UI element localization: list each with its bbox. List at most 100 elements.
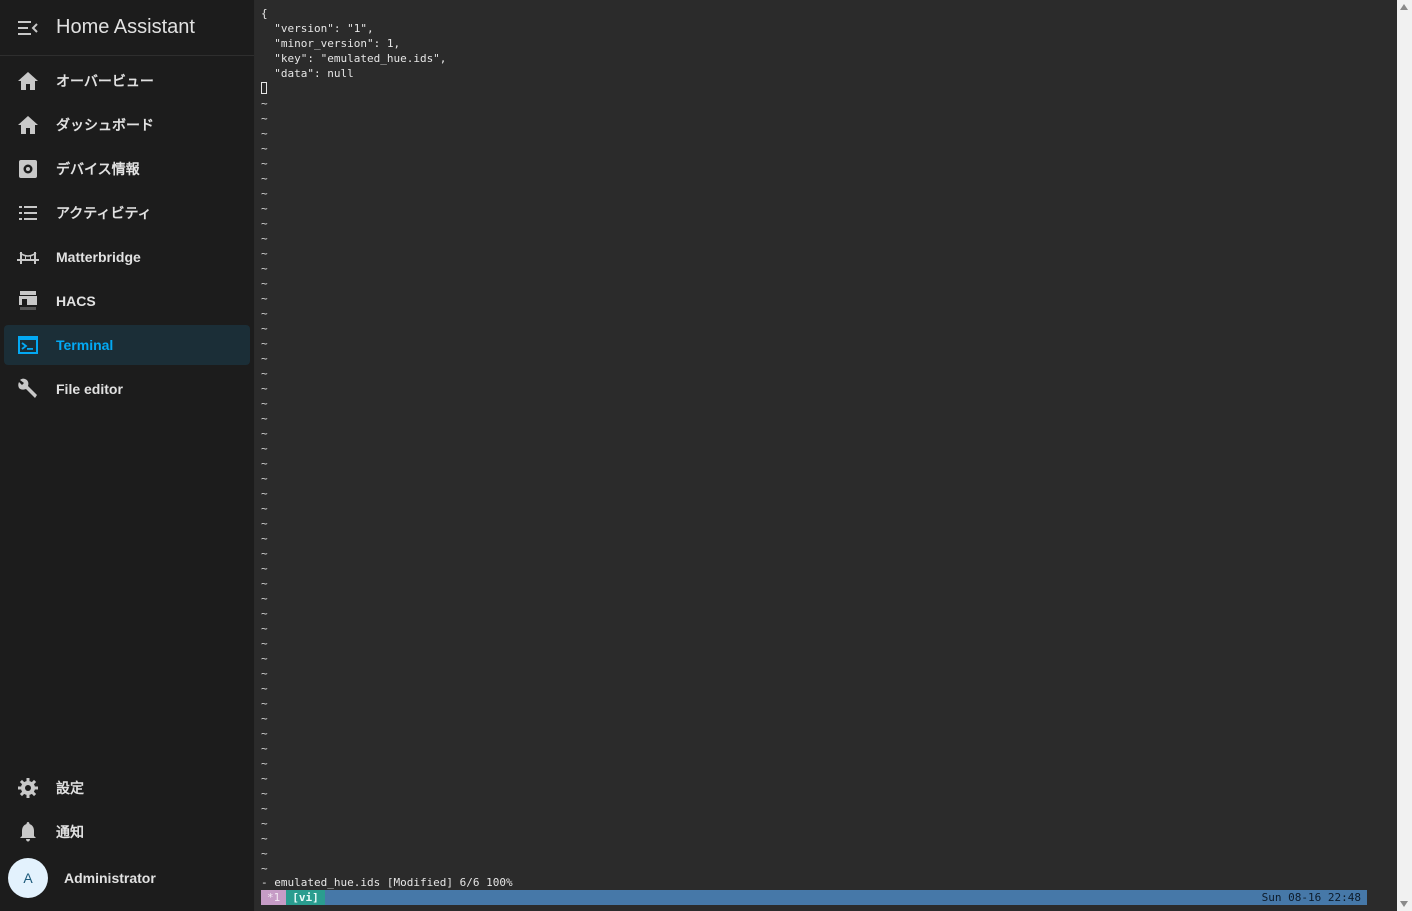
vim-empty-line: ~ — [261, 307, 268, 320]
home-icon — [4, 116, 52, 134]
vim-empty-line: ~ — [261, 592, 268, 605]
terminal-line: "version": "1", — [261, 22, 374, 35]
tmux-window-indicator: *1 — [261, 890, 287, 905]
vim-empty-line: ~ — [261, 502, 268, 515]
vim-empty-line: ~ — [261, 217, 268, 230]
wrench-icon — [4, 378, 52, 400]
menu-open-icon — [18, 20, 38, 35]
vim-empty-line: ~ — [261, 727, 268, 740]
vim-empty-line: ~ — [261, 712, 268, 725]
sidebar-item-label: オーバービュー — [56, 73, 154, 89]
cursor-line — [261, 81, 446, 96]
sidebar-item-label: HACS — [56, 293, 96, 309]
sidebar-item-label: デバイス情報 — [56, 161, 140, 177]
sidebar-header: Home Assistant — [0, 0, 254, 56]
terminal-line: "data": null — [261, 67, 354, 80]
sidebar-bottom: 設定 通知 A Administrator — [0, 768, 254, 900]
vim-status-line: - emulated_hue.ids [Modified] 6/6 100% — [261, 876, 513, 889]
vim-empty-line: ~ — [261, 412, 268, 425]
vim-empty-line: ~ — [261, 622, 268, 635]
vim-empty-line: ~ — [261, 637, 268, 650]
vim-empty-line: ~ — [261, 202, 268, 215]
scroll-up-arrow-icon[interactable] — [1400, 4, 1408, 10]
vim-empty-line: ~ — [261, 112, 268, 125]
vim-empty-line: ~ — [261, 682, 268, 695]
vim-empty-line: ~ — [261, 802, 268, 815]
format-list-icon — [4, 205, 52, 221]
tmux-clock: Sun 08-16 22:48 — [1261, 891, 1361, 904]
vim-empty-line: ~ — [261, 487, 268, 500]
sidebar-item-settings[interactable]: 設定 — [4, 768, 250, 808]
vim-empty-line: ~ — [261, 607, 268, 620]
terminal-content: { "version": "1", "minor_version": 1, "k… — [261, 6, 446, 876]
gear-icon — [4, 778, 52, 798]
sidebar-item-label: 設定 — [56, 780, 84, 796]
vim-empty-line: ~ — [261, 757, 268, 770]
console-icon — [4, 336, 52, 354]
terminal-line: "key": "emulated_hue.ids", — [261, 52, 447, 65]
vim-empty-line: ~ — [261, 667, 268, 680]
terminal-panel[interactable]: { "version": "1", "minor_version": 1, "k… — [256, 0, 1397, 911]
vim-empty-line: ~ — [261, 517, 268, 530]
avatar: A — [8, 858, 48, 898]
vim-empty-line: ~ — [261, 247, 268, 260]
page-scrollbar[interactable] — [1397, 0, 1412, 911]
user-name: Administrator — [64, 870, 156, 886]
bell-icon — [4, 822, 52, 842]
sidebar-item-terminal[interactable]: Terminal — [4, 325, 250, 365]
bridge-icon — [4, 250, 52, 264]
home-icon — [4, 72, 52, 90]
sidebar-item-dashboard[interactable]: ダッシュボード — [4, 105, 250, 145]
vim-empty-line: ~ — [261, 337, 268, 350]
sidebar-item-label: 通知 — [56, 824, 84, 840]
sidebar-item-file-editor[interactable]: File editor — [4, 369, 250, 409]
vim-empty-line: ~ — [261, 277, 268, 290]
hacs-icon — [4, 291, 52, 311]
sidebar-item-hacs[interactable]: HACS — [4, 281, 250, 321]
vim-empty-line: ~ — [261, 157, 268, 170]
sidebar-item-activity[interactable]: アクティビティ — [4, 193, 250, 233]
vim-empty-line: ~ — [261, 532, 268, 545]
vim-empty-line: ~ — [261, 787, 268, 800]
vim-empty-line: ~ — [261, 817, 268, 830]
vim-empty-line: ~ — [261, 427, 268, 440]
sidebar-item-matterbridge[interactable]: Matterbridge — [4, 237, 250, 277]
vim-empty-line: ~ — [261, 742, 268, 755]
terminal-line: { — [261, 7, 268, 20]
vim-empty-line: ~ — [261, 832, 268, 845]
vim-empty-line: ~ — [261, 352, 268, 365]
vim-empty-line: ~ — [261, 367, 268, 380]
sidebar-item-notifications[interactable]: 通知 — [4, 812, 250, 852]
vim-empty-line: ~ — [261, 382, 268, 395]
vim-empty-line: ~ — [261, 772, 268, 785]
sidebar-item-overview[interactable]: オーバービュー — [4, 61, 250, 101]
sidebar-item-label: Terminal — [56, 337, 114, 353]
vim-empty-line: ~ — [261, 847, 268, 860]
vim-empty-line: ~ — [261, 547, 268, 560]
sidebar-user[interactable]: A Administrator — [4, 856, 250, 900]
vim-empty-line: ~ — [261, 142, 268, 155]
vim-empty-line: ~ — [261, 472, 268, 485]
sidebar-item-label: アクティビティ — [56, 205, 152, 221]
settings-box-icon — [4, 160, 52, 178]
vim-empty-line: ~ — [261, 862, 268, 875]
menu-collapse-button[interactable] — [0, 0, 56, 56]
sidebar-nav: オーバービュー ダッシュボード デバイス情報 アクティビティ Matterbri… — [0, 61, 254, 413]
vim-empty-line: ~ — [261, 232, 268, 245]
vim-empty-line: ~ — [261, 322, 268, 335]
vim-empty-line: ~ — [261, 457, 268, 470]
vim-empty-line: ~ — [261, 97, 268, 110]
scroll-down-arrow-icon[interactable] — [1400, 901, 1408, 907]
sidebar-item-label: ダッシュボード — [56, 117, 154, 133]
vim-empty-line: ~ — [261, 577, 268, 590]
tmux-mode-indicator: [vi] — [286, 890, 325, 905]
tmux-status-bar: *1 [vi] Sun 08-16 22:48 — [261, 890, 1367, 905]
sidebar-item-label: Matterbridge — [56, 249, 141, 265]
vim-empty-line: ~ — [261, 697, 268, 710]
sidebar-item-label: File editor — [56, 381, 123, 397]
terminal-cursor — [261, 82, 267, 94]
sidebar-item-device-info[interactable]: デバイス情報 — [4, 149, 250, 189]
vim-empty-line: ~ — [261, 127, 268, 140]
vim-empty-line: ~ — [261, 562, 268, 575]
vim-empty-line: ~ — [261, 397, 268, 410]
